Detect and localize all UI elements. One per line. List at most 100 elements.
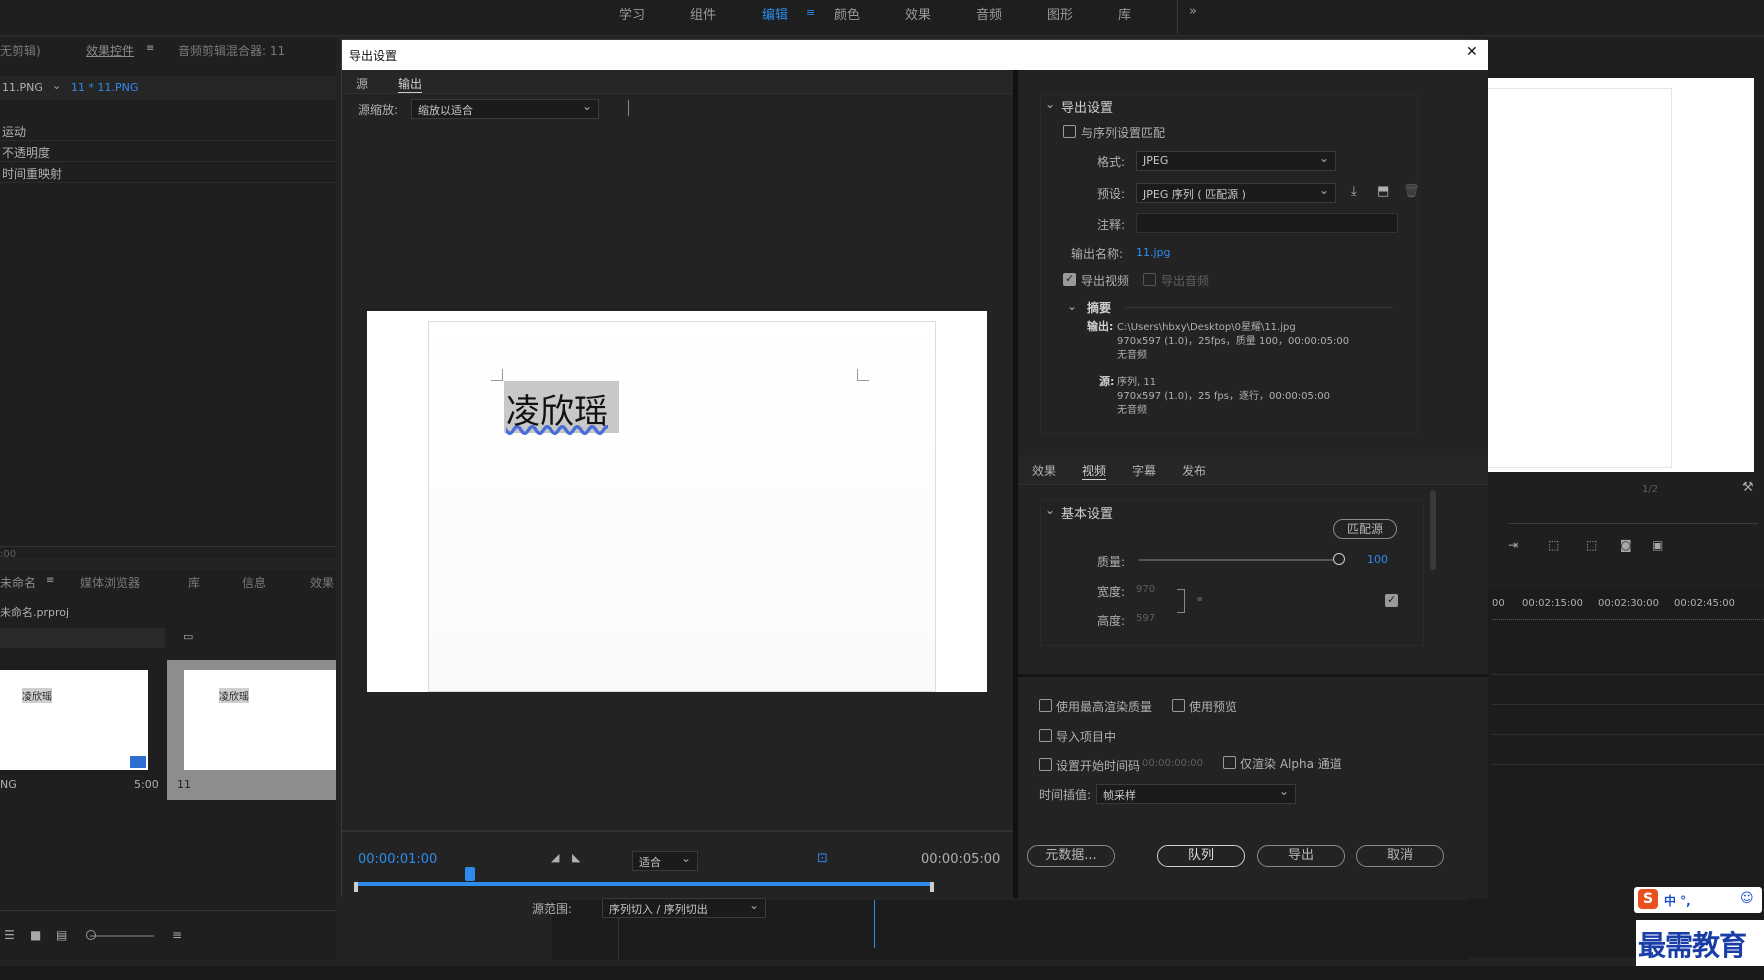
wrench-icon[interactable]: ⚒ [1742,480,1754,495]
quality-value[interactable]: 100 [1367,553,1388,566]
clip-tab-master[interactable]: 11.PNG [2,81,43,94]
output-name-link[interactable]: 11.jpg [1136,246,1171,259]
quality-label: 质量: [1097,555,1126,569]
source-range-dropdown[interactable]: 序列切入 / 序列切出 [602,898,766,918]
render-alpha-only-checkbox[interactable] [1223,756,1236,769]
camera-icon[interactable]: ◙ [1620,538,1632,552]
export-video-checkbox[interactable] [1063,272,1076,286]
queue-button[interactable]: 队列 [1157,845,1245,867]
workspace-tab-graphics[interactable]: 图形 [1047,4,1073,23]
chevron-down-icon[interactable]: ⌄ [52,79,61,92]
set-out-point-icon[interactable]: ◣ [572,851,580,864]
comment-input[interactable] [1136,213,1398,233]
menu-icon[interactable]: ≡ [806,6,815,19]
tab-audio-clip-mixer[interactable]: 音频剪辑混合器: 11 [178,42,285,59]
cancel-button[interactable]: 取消 [1356,845,1444,867]
tab-publish[interactable]: 发布 [1182,462,1206,479]
current-timecode[interactable]: 00:00:01:00 [358,852,437,867]
link-icon[interactable]: ⚭ [1195,593,1204,606]
source-scale-dropdown[interactable]: 缩放以适合 [411,99,599,119]
effect-row[interactable]: 不透明度 [0,141,336,162]
quality-slider[interactable] [1139,559,1339,561]
workspace-tab-audio[interactable]: 音频 [976,4,1002,23]
tab-effects[interactable]: 效果 [310,574,334,591]
match-sequence-checkbox[interactable] [1063,125,1076,138]
aspect-correction-icon[interactable]: ⊡ [817,851,828,866]
folder-icon[interactable]: ▭ [183,630,193,643]
search-input[interactable] [0,628,165,648]
effect-row[interactable]: 运动 [0,120,336,141]
match-source-button[interactable]: 匹配源 [1333,519,1397,539]
project-item-selected[interactable]: 凌欣瑶 11 [167,660,336,800]
set-in-point-icon[interactable]: ◢ [551,851,559,864]
tab-effects[interactable]: 效果 [1032,462,1056,479]
tab-media-browser[interactable]: 媒体浏览器 [80,574,140,591]
zoom-slider[interactable] [90,935,154,937]
menu-icon[interactable]: ≡ [146,43,154,54]
ime-toolbar[interactable]: S 中 °, ☺ [1634,887,1762,913]
list-view-icon[interactable]: ☰ [4,928,15,942]
workspace-tab-assembly[interactable]: 组件 [690,4,716,23]
close-icon[interactable]: ✕ [1466,44,1478,60]
thumb-text: 凌欣瑶 [22,688,52,703]
workspace-more-icon[interactable]: » [1189,4,1197,19]
output-name-label: 输出名称: [1071,247,1124,261]
tab-project[interactable]: 未命名 [0,574,36,591]
effect-row[interactable]: 时间重映射 [0,162,336,183]
set-start-timecode-checkbox[interactable] [1039,758,1052,771]
compare-icon[interactable]: ▣ [1652,538,1663,552]
workspace-tab-learn[interactable]: 学习 [619,4,645,23]
zoom-slider-handle[interactable] [86,930,96,940]
export-button[interactable]: 导出 [1257,845,1345,867]
format-label: 格式: [1097,155,1126,169]
timeline-bar[interactable] [354,882,932,886]
insert-icon[interactable]: ⇥ [1508,538,1518,552]
clip-tab-sequence[interactable]: 11 * 11.PNG [71,81,138,94]
playhead[interactable] [464,867,475,881]
freeform-view-icon[interactable]: ▤ [56,928,67,942]
import-into-project-checkbox[interactable] [1039,729,1052,742]
use-previews-checkbox[interactable] [1172,699,1185,712]
tab-libraries[interactable]: 库 [188,574,200,591]
preset-dropdown[interactable]: JPEG 序列 ( 匹配源 ) [1136,183,1336,203]
extract-icon[interactable]: ⬚ [1586,538,1597,552]
dimension-override-checkbox[interactable] [1385,593,1398,607]
lift-icon[interactable]: ⬚ [1548,538,1559,552]
page-label[interactable]: 1/2 [1642,484,1658,495]
start-timecode-value[interactable]: 00:00:00:00 [1142,758,1203,769]
workspace-tab-editing[interactable]: 编辑 [762,4,788,23]
format-dropdown[interactable]: JPEG [1136,151,1336,171]
ime-status: 中 °, [1664,894,1691,908]
tab-output[interactable]: 输出 [398,75,423,93]
max-render-quality-checkbox[interactable] [1039,699,1052,712]
tab-captions[interactable]: 字幕 [1132,462,1156,479]
workspace-tab-effects[interactable]: 效果 [905,4,931,23]
chevron-down-icon[interactable]: ⌄ [1045,97,1055,111]
import-preset-icon[interactable]: ⬒ [1377,184,1389,199]
tab-effect-controls[interactable]: 效果控件 [86,42,134,59]
tab-info[interactable]: 信息 [242,574,266,591]
menu-icon[interactable]: ≡ [46,575,54,586]
fit-dropdown[interactable]: 适合 [632,851,698,871]
metadata-button[interactable]: 元数据... [1027,845,1115,867]
tab-no-clip[interactable]: 无剪辑) [0,42,41,59]
quality-slider-handle[interactable] [1333,553,1345,565]
delete-preset-icon[interactable]: 🗑 [1403,184,1420,199]
emoji-icon[interactable]: ☺ [1740,891,1754,906]
time-interpolation-dropdown[interactable]: 帧采样 [1096,784,1296,804]
out-point-handle[interactable] [930,882,934,892]
save-preset-icon[interactable]: ⤓ [1351,184,1357,199]
chevron-down-icon[interactable]: ⌄ [1067,299,1077,313]
export-audio-checkbox[interactable] [1143,273,1156,286]
track-divider [1492,764,1764,765]
chevron-down-icon[interactable]: ⌄ [1045,503,1055,517]
tab-video[interactable]: 视频 [1082,462,1107,480]
workspace-tab-libraries[interactable]: 库 [1118,4,1131,23]
tab-source[interactable]: 源 [356,75,368,92]
in-point-handle[interactable] [354,882,358,892]
project-item[interactable]: 凌欣瑶 NG 5:00 [0,660,164,800]
scrollbar[interactable] [1430,490,1436,570]
workspace-tab-color[interactable]: 颜色 [834,4,860,23]
sort-icon[interactable]: ≡ [172,928,182,942]
icon-view-icon[interactable]: ■ [30,928,41,942]
